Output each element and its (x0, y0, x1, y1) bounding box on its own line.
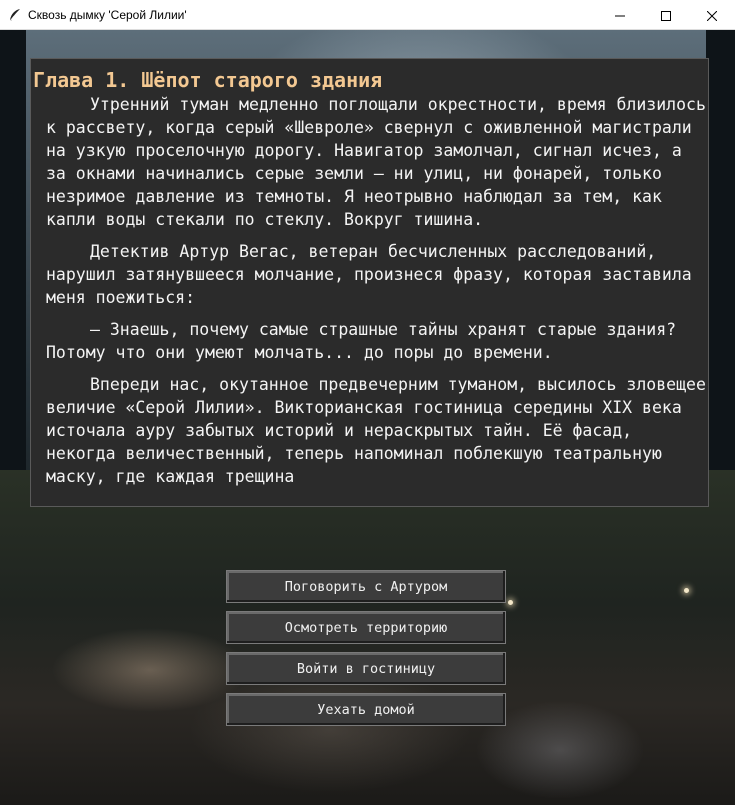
chapter-title: Глава 1. Шёпот старого здания (33, 68, 383, 92)
story-paragraph: Впереди нас, окутанное предвечерним тума… (46, 375, 706, 486)
enter-hotel-button[interactable]: Войти в гостиницу (226, 652, 506, 685)
maximize-icon (661, 6, 671, 25)
talk-to-arthur-button[interactable]: Поговорить с Артуром (226, 570, 506, 603)
scene-background: Глава 1. Шёпот старого здания Утренний т… (0, 30, 735, 805)
go-home-button[interactable]: Уехать домой (226, 693, 506, 726)
inspect-territory-button[interactable]: Осмотреть территорию (226, 611, 506, 644)
game-window: Сквозь дымку 'Серой Лилии' Глава 1. Шёпо… (0, 0, 735, 805)
close-button[interactable] (689, 0, 735, 30)
story-paragraph: Детектив Артур Вегас, ветеран бесчисленн… (46, 242, 692, 307)
story-paragraph: Утренний туман медленно поглощали окрест… (46, 95, 706, 229)
story-paragraph: — Знаешь, почему самые страшные тайны хр… (46, 320, 677, 362)
window-controls (597, 0, 735, 30)
feather-icon (4, 4, 26, 26)
choice-menu: Поговорить с Артуром Осмотреть территори… (226, 570, 506, 734)
close-icon (706, 6, 718, 25)
lantern-light (684, 588, 689, 593)
minimize-button[interactable] (597, 0, 643, 30)
maximize-button[interactable] (643, 0, 689, 30)
lantern-light (508, 600, 513, 605)
title-bar: Сквозь дымку 'Серой Лилии' (0, 0, 735, 30)
story-text-panel: Глава 1. Шёпот старого здания Утренний т… (30, 58, 709, 507)
window-title: Сквозь дымку 'Серой Лилии' (28, 7, 187, 22)
minimize-icon (615, 6, 625, 25)
